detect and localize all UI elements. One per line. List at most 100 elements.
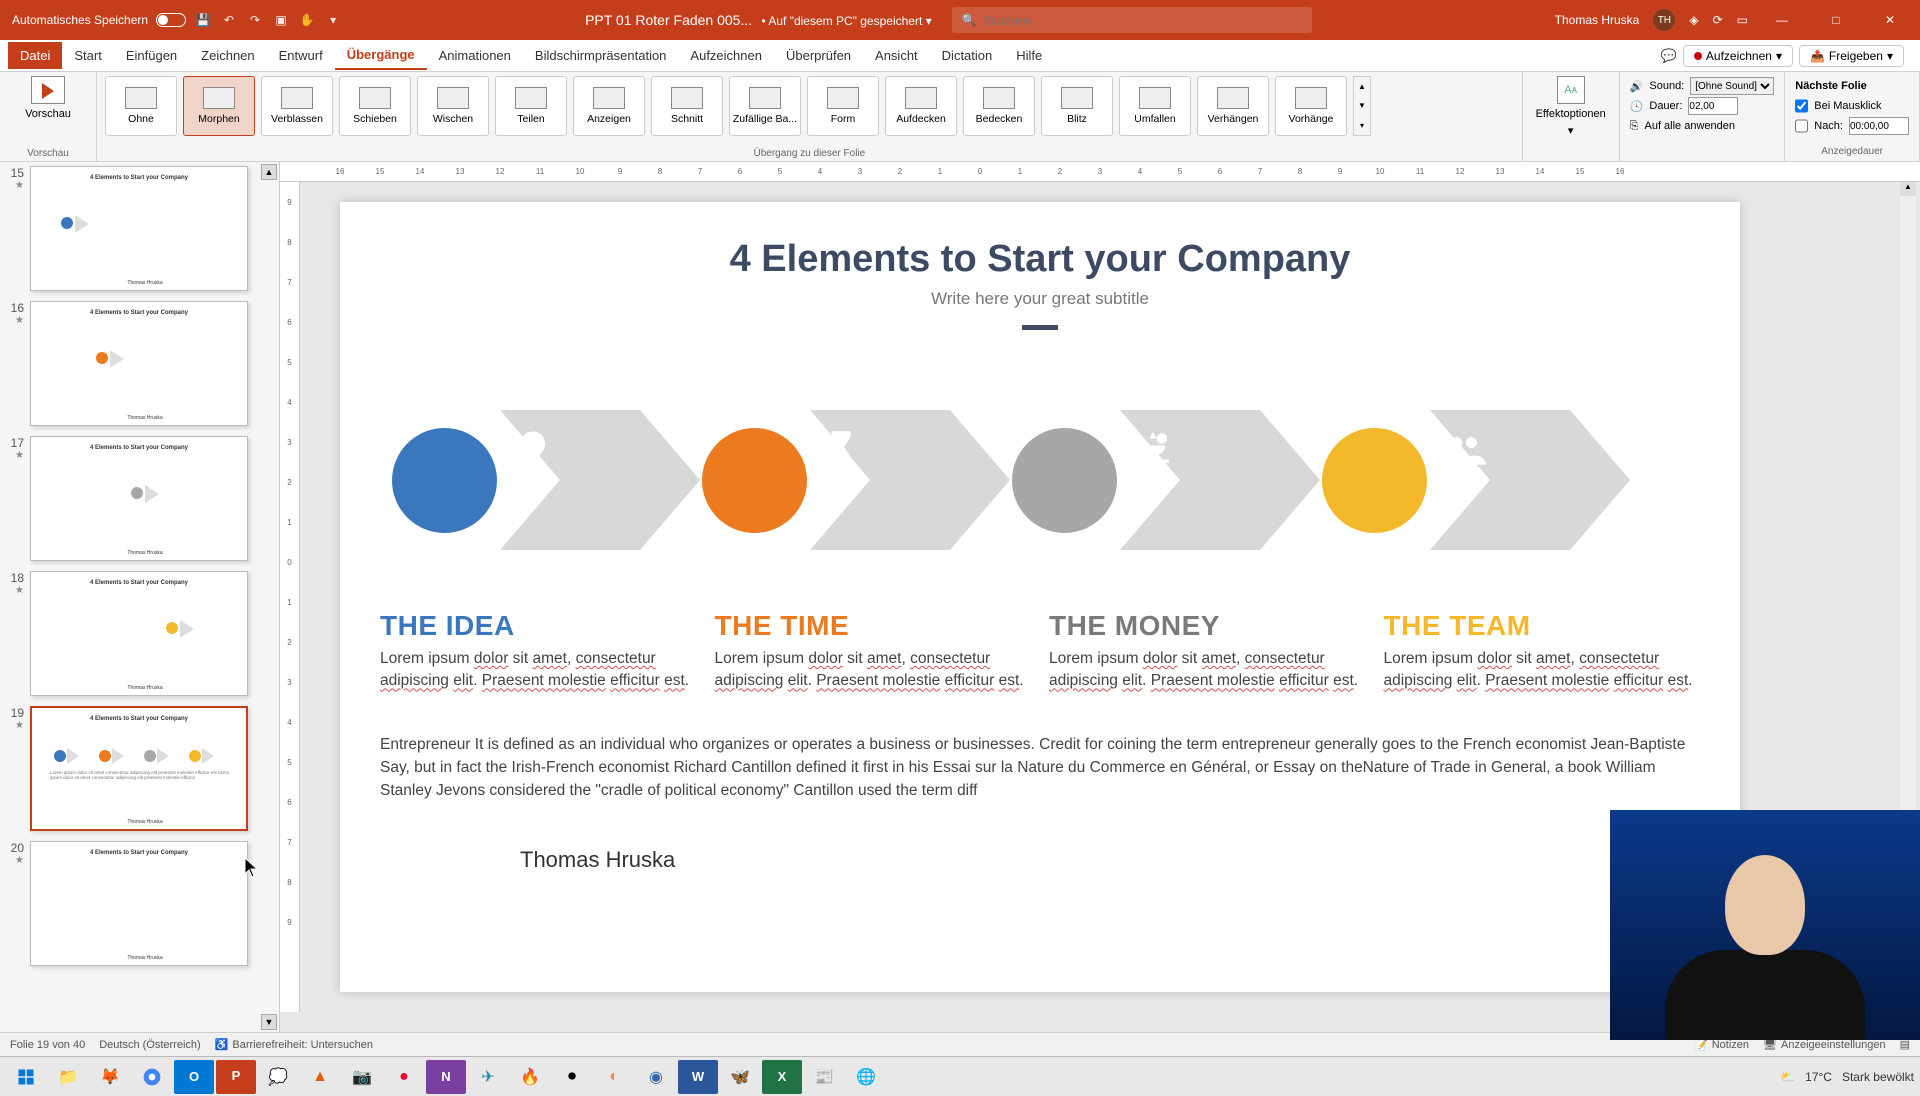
tab-design[interactable]: Entwurf <box>267 42 335 69</box>
transition-wischen[interactable]: Wischen <box>417 76 489 136</box>
gallery-more-button[interactable]: ▲▼▾ <box>1353 76 1371 136</box>
slide-counter[interactable]: Folie 19 von 40 <box>10 1039 85 1051</box>
outlook-icon[interactable]: O <box>174 1060 214 1094</box>
slide-subtitle[interactable]: Write here your great subtitle <box>380 289 1700 309</box>
transition-schieben[interactable]: Schieben <box>339 76 411 136</box>
scroll-down-button[interactable]: ▼ <box>261 1014 277 1030</box>
edge-icon[interactable]: 🌐 <box>846 1060 886 1094</box>
preview-button[interactable]: Vorschau <box>8 76 88 120</box>
slide-thumb-18[interactable]: 18★4 Elements to Start your CompanyThoma… <box>6 571 269 696</box>
duration-input[interactable] <box>1688 97 1738 115</box>
slide-thumb-20[interactable]: 20★4 Elements to Start your CompanyThoma… <box>6 841 269 966</box>
telegram-icon[interactable]: ✈ <box>468 1060 508 1094</box>
record-button[interactable]: Aufzeichnen▾ <box>1683 45 1793 67</box>
apply-all-button[interactable]: ⎘Auf alle anwenden <box>1630 116 1775 136</box>
app-icon-8[interactable]: 📰 <box>804 1060 844 1094</box>
scroll-up-button[interactable]: ▲ <box>261 164 277 180</box>
column-gray[interactable]: THE MONEYLorem ipsum dolor sit amet, con… <box>1049 610 1366 693</box>
redo-icon[interactable]: ↷ <box>246 11 264 29</box>
on-click-checkbox[interactable] <box>1795 97 1808 115</box>
app-icon-1[interactable]: 💭 <box>258 1060 298 1094</box>
start-button[interactable] <box>6 1060 46 1094</box>
app-icon-4[interactable]: 🔥 <box>510 1060 550 1094</box>
transition-verhängen[interactable]: Verhängen <box>1197 76 1269 136</box>
column-orange[interactable]: THE TIMELorem ipsum dolor sit amet, cons… <box>715 610 1032 693</box>
tab-slideshow[interactable]: Bildschirmpräsentation <box>523 42 679 69</box>
app-icon-5[interactable]: ◐ <box>594 1060 634 1094</box>
app-icon-7[interactable]: 🦋 <box>720 1060 760 1094</box>
transition-form[interactable]: Form <box>807 76 879 136</box>
undo-icon[interactable]: ↶ <box>220 11 238 29</box>
more-qat-icon[interactable]: ▾ <box>324 11 342 29</box>
slide-author[interactable]: Thomas Hruska <box>520 847 1700 873</box>
transition-umfallen[interactable]: Umfallen <box>1119 76 1191 136</box>
language-status[interactable]: Deutsch (Österreich) <box>99 1039 200 1051</box>
chrome-icon[interactable] <box>132 1060 172 1094</box>
transition-verblassen[interactable]: Verblassen <box>261 76 333 136</box>
effect-options-button[interactable]: Aᴀ Effektoptionen ▾ <box>1531 76 1611 137</box>
share-button[interactable]: 📤Freigeben▾ <box>1799 45 1904 67</box>
app-icon-3[interactable]: ● <box>384 1060 424 1094</box>
explorer-icon[interactable]: 📁 <box>48 1060 88 1094</box>
tab-view[interactable]: Ansicht <box>863 42 930 69</box>
diamond-icon[interactable]: ◈ <box>1689 13 1698 27</box>
column-yellow[interactable]: THE TEAMLorem ipsum dolor sit amet, cons… <box>1384 610 1701 693</box>
slide-thumb-19[interactable]: 19★4 Elements to Start your CompanyLorem… <box>6 706 269 831</box>
transition-aufdecken[interactable]: Aufdecken <box>885 76 957 136</box>
slide-canvas[interactable]: 4 Elements to Start your Company Write h… <box>340 202 1740 992</box>
user-avatar[interactable]: TH <box>1653 9 1675 31</box>
user-name[interactable]: Thomas Hruska <box>1555 13 1640 27</box>
transitions-gallery[interactable]: OhneMorphenVerblassenSchiebenWischenTeil… <box>105 76 1514 136</box>
entrepreneur-text[interactable]: Entrepreneur It is defined as an individ… <box>380 733 1700 803</box>
after-checkbox[interactable] <box>1795 117 1808 135</box>
slide-thumb-15[interactable]: 15★4 Elements to Start your CompanyThoma… <box>6 166 269 291</box>
transition-vorhänge[interactable]: Vorhänge <box>1275 76 1347 136</box>
tab-file[interactable]: Datei <box>8 42 62 69</box>
comments-icon[interactable]: 💬 <box>1661 48 1677 64</box>
transition-blitz[interactable]: Blitz <box>1041 76 1113 136</box>
slide-thumbnails-panel[interactable]: ▲ 15★4 Elements to Start your CompanyTho… <box>0 162 280 1032</box>
firefox-icon[interactable]: 🦊 <box>90 1060 130 1094</box>
accessibility-status[interactable]: ♿Barrierefreiheit: Untersuchen <box>215 1038 373 1051</box>
onenote-icon[interactable]: N <box>426 1060 466 1094</box>
save-icon[interactable]: 💾 <box>194 11 212 29</box>
word-icon[interactable]: W <box>678 1060 718 1094</box>
slide-title[interactable]: 4 Elements to Start your Company <box>380 238 1700 281</box>
sync-icon[interactable]: ⟳ <box>1713 13 1723 27</box>
obs-icon[interactable]: ⏺ <box>552 1060 592 1094</box>
transition-zufällige ba...[interactable]: Zufällige Ba... <box>729 76 801 136</box>
temperature[interactable]: 17°C <box>1805 1070 1832 1084</box>
tab-dictation[interactable]: Dictation <box>930 42 1005 69</box>
slide-thumb-16[interactable]: 16★4 Elements to Start your CompanyThoma… <box>6 301 269 426</box>
tab-insert[interactable]: Einfügen <box>114 42 189 69</box>
tab-help[interactable]: Hilfe <box>1004 42 1054 69</box>
maximize-button[interactable]: □ <box>1816 0 1856 40</box>
transition-anzeigen[interactable]: Anzeigen <box>573 76 645 136</box>
tab-transitions[interactable]: Übergänge <box>335 41 427 70</box>
minimize-button[interactable]: — <box>1762 0 1802 40</box>
sound-select[interactable]: [Ohne Sound] <box>1690 77 1774 95</box>
transition-schnitt[interactable]: Schnitt <box>651 76 723 136</box>
search-box[interactable]: 🔍 <box>952 7 1312 33</box>
powerpoint-icon[interactable]: P <box>216 1060 256 1094</box>
app-icon-6[interactable]: ◉ <box>636 1060 676 1094</box>
excel-icon[interactable]: X <box>762 1060 802 1094</box>
after-input[interactable] <box>1849 117 1909 135</box>
close-button[interactable]: ✕ <box>1870 0 1910 40</box>
tab-record[interactable]: Aufzeichnen <box>678 42 774 69</box>
transition-morphen[interactable]: Morphen <box>183 76 255 136</box>
app-icon-2[interactable]: 📷 <box>342 1060 382 1094</box>
vlc-icon[interactable]: ▲ <box>300 1060 340 1094</box>
transition-ohne[interactable]: Ohne <box>105 76 177 136</box>
slide-thumb-17[interactable]: 17★4 Elements to Start your CompanyThoma… <box>6 436 269 561</box>
window-icon[interactable]: ▭ <box>1737 13 1748 27</box>
tab-review[interactable]: Überprüfen <box>774 42 863 69</box>
transition-bedecken[interactable]: Bedecken <box>963 76 1035 136</box>
saved-location[interactable]: • Auf "diesem PC" gespeichert <box>761 14 922 28</box>
tab-start[interactable]: Start <box>62 42 113 69</box>
present-icon[interactable]: ▣ <box>272 11 290 29</box>
search-input[interactable] <box>985 13 1302 28</box>
chevron-down-icon[interactable]: ▾ <box>926 14 932 28</box>
autosave-toggle[interactable] <box>156 13 186 27</box>
touch-icon[interactable]: ✋ <box>298 11 316 29</box>
